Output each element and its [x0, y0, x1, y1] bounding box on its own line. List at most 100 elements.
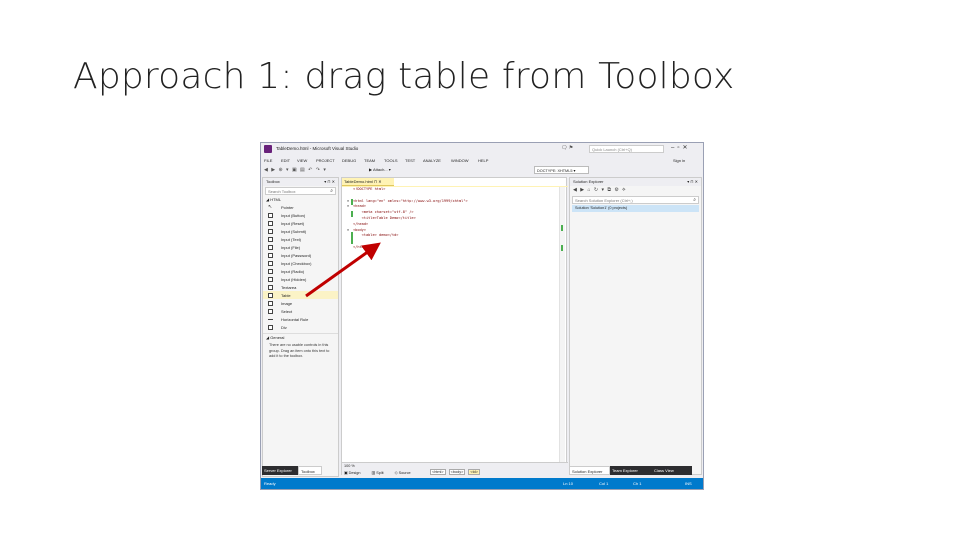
- menu-file[interactable]: FILE: [264, 158, 272, 163]
- table-icon: [268, 292, 273, 298]
- toolbox-item-input-checkbox[interactable]: Input (Checkbox): [263, 259, 338, 267]
- menu-edit[interactable]: EDIT: [281, 158, 290, 163]
- breadcrumb-html[interactable]: <html>: [430, 469, 446, 475]
- menu-view[interactable]: VIEW: [297, 158, 307, 163]
- breadcrumb-body[interactable]: <body>: [448, 469, 466, 475]
- change-marker: [351, 232, 353, 244]
- split-view-button[interactable]: ▥ Split: [372, 471, 389, 475]
- window-controls[interactable]: –▫✕: [671, 144, 691, 151]
- status-bar: Ready Ln 10 Col 1 Ch 1 INS: [261, 478, 703, 489]
- solution-explorer-toolbar[interactable]: ◀ ▶ ⌂ ↻ ▾ ⧉ ⚙ ⟡: [570, 186, 701, 195]
- source-view-label: Source: [398, 471, 411, 475]
- tag-breadcrumb: <html> <body> <td>: [430, 469, 482, 475]
- toolbox-item-label: Textarea: [281, 284, 297, 290]
- toolbox-group-general[interactable]: ◢ General: [263, 333, 338, 341]
- toolbox-item-input-password[interactable]: Input (Password): [263, 251, 338, 259]
- code-text[interactable]: <!DOCTYPE html> ⊟ <html lang="en" xmlns="…: [347, 187, 567, 251]
- menu-help[interactable]: HELP: [478, 158, 488, 163]
- split-view-label: Split: [376, 471, 384, 475]
- toolbox-item-image[interactable]: Image: [263, 299, 338, 307]
- editor-bottom-bar: 100 % ▣ Design ▥ Split ◇ Source <html> <…: [342, 462, 568, 476]
- editor-scrollbar[interactable]: [559, 187, 565, 462]
- toolbox-item-input-file[interactable]: Input (File): [263, 243, 338, 251]
- toolbox-general-message: There are no usable controls in this gro…: [269, 343, 330, 358]
- toolbox-item-label: Table: [281, 292, 291, 298]
- sign-in-link[interactable]: Sign in: [673, 158, 685, 163]
- solution-tree-item[interactable]: Solution 'Solution1' (0 projects): [572, 205, 699, 212]
- panel-pin-close-icons[interactable]: ▾ ⊓ ✕: [687, 179, 698, 184]
- document-tab[interactable]: TableDemo.html ⊓ ✕: [342, 178, 394, 186]
- status-ch: Ch 1: [633, 481, 642, 486]
- zoom-level[interactable]: 100 %: [344, 464, 355, 468]
- toolbox-search-input[interactable]: Search Toolbox ⌕: [265, 187, 336, 195]
- tab-toolbox[interactable]: Toolbox: [298, 466, 322, 475]
- menu-analyze[interactable]: ANALYZE: [423, 158, 441, 163]
- design-view-button[interactable]: ▣ Design: [344, 471, 365, 475]
- tab-team-explorer[interactable]: Team Explorer: [610, 466, 652, 475]
- breadcrumb-td[interactable]: <td>: [468, 469, 481, 475]
- hidden-field-icon: [268, 276, 273, 282]
- toolbox-item-input-button[interactable]: Input (Button): [263, 211, 338, 219]
- toolbox-item-input-hidden[interactable]: Input (Hidden): [263, 275, 338, 283]
- toolbar-icons[interactable]: ◀ ▶ ⊕ ▾ ▣ ▤ ↶ ↷ ▾: [264, 167, 327, 173]
- doctype-select[interactable]: DOCTYPE: XHTML5 ▾: [534, 166, 589, 174]
- password-icon: [268, 252, 273, 258]
- toolbox-item-label: Pointer: [281, 204, 294, 210]
- reset-icon: [268, 220, 273, 226]
- attach-button[interactable]: ▶ Attach... ▾: [369, 167, 391, 172]
- toolbox-item-textarea[interactable]: Textarea: [263, 283, 338, 291]
- tab-server-explorer[interactable]: Server Explorer: [262, 466, 298, 475]
- toolbox-panel: Toolbox ▾ ⊓ ✕ Search Toolbox ⌕ ◢ HTML ↖ P…: [262, 177, 339, 477]
- code-line-text: </html>: [353, 244, 369, 249]
- document-tab-label: TableDemo.html: [344, 179, 373, 184]
- toolbox-item-input-text[interactable]: Input (Text): [263, 235, 338, 243]
- toolbox-item-select[interactable]: Select: [263, 307, 338, 315]
- status-mode: INS: [685, 481, 692, 486]
- toolbox-item-label: Select: [281, 308, 293, 314]
- notification-flag-icons[interactable]: 🗨 ⚑: [561, 145, 573, 151]
- code-line-text: <meta charset="utf-8" />: [353, 210, 414, 215]
- toolbox-item-label: Image: [281, 300, 293, 306]
- toolbox-item-input-submit[interactable]: Input (Submit): [263, 227, 338, 235]
- menu-project[interactable]: PROJECT: [316, 158, 335, 163]
- solution-explorer-panel: Solution Explorer ▾ ⊓ ✕ ◀ ▶ ⌂ ↻ ▾ ⧉ ⚙ ⟡ …: [569, 177, 702, 475]
- toolbox-item-table[interactable]: Table: [263, 291, 338, 299]
- solution-explorer-title: Solution Explorer: [573, 179, 604, 184]
- solution-tab-strip: Solution Explorer Team Explorer Class Vi…: [569, 466, 702, 475]
- menu-test[interactable]: TEST: [405, 158, 415, 163]
- view-switcher: ▣ Design ▥ Split ◇ Source: [344, 470, 421, 475]
- toolbox-item-div[interactable]: Div: [263, 323, 338, 331]
- quick-launch-input[interactable]: Quick Launch (Ctrl+Q): [589, 145, 664, 153]
- toolbox-item-label: Input (Reset): [281, 220, 305, 226]
- code-line-text: <!DOCTYPE html>: [353, 187, 386, 191]
- toolbox-item-label: Input (Submit): [281, 228, 307, 234]
- solution-search-input[interactable]: Search Solution Explorer (Ctrl+;) ⌕: [572, 196, 699, 204]
- textbox-icon: [268, 236, 273, 242]
- menu-team[interactable]: TEAM: [364, 158, 375, 163]
- toolbox-item-label: Horizontal Rule: [281, 316, 309, 322]
- status-ready: Ready: [264, 481, 276, 486]
- toolbox-item-input-radio[interactable]: Input (Radio): [263, 267, 338, 275]
- toolbox-header: Toolbox ▾ ⊓ ✕: [263, 178, 338, 186]
- toolbox-item-label: Input (Radio): [281, 268, 305, 274]
- toolbox-group-html[interactable]: ◢ HTML: [263, 196, 338, 203]
- toolbox-item-horizontal-rule[interactable]: Horizontal Rule: [263, 315, 338, 323]
- toolbox-item-input-reset[interactable]: Input (Reset): [263, 219, 338, 227]
- horizontal-rule-icon: [268, 318, 273, 320]
- toolbox-item-label: Input (Button): [281, 212, 306, 218]
- menu-window[interactable]: WINDOW: [451, 158, 469, 163]
- doctype-value: DOCTYPE: XHTML5: [537, 169, 573, 173]
- panel-pin-close-icons[interactable]: ▾ ⊓ ✕: [324, 179, 335, 184]
- code-editor[interactable]: TableDemo.html ⊓ ✕ <!DOCTYPE html> ⊟ <htm…: [341, 177, 568, 476]
- code-line-text: <title>Table Demo</title>: [353, 215, 416, 220]
- source-view-button[interactable]: ◇ Source: [395, 471, 416, 475]
- menu-tools[interactable]: TOOLS: [384, 158, 398, 163]
- menu-debug[interactable]: DEBUG: [342, 158, 356, 163]
- title-bar: TableDemo.html - Microsoft Visual Studio…: [261, 143, 703, 155]
- tab-class-view[interactable]: Class View: [652, 466, 692, 475]
- change-marker: [351, 211, 353, 217]
- status-line: Ln 10: [563, 481, 574, 486]
- tab-solution-explorer[interactable]: Solution Explorer: [569, 466, 610, 475]
- menu-bar: FILE EDIT VIEW PROJECT DEBUG TEAM TOOLS …: [261, 156, 703, 165]
- toolbox-item-pointer[interactable]: ↖ Pointer: [263, 203, 338, 211]
